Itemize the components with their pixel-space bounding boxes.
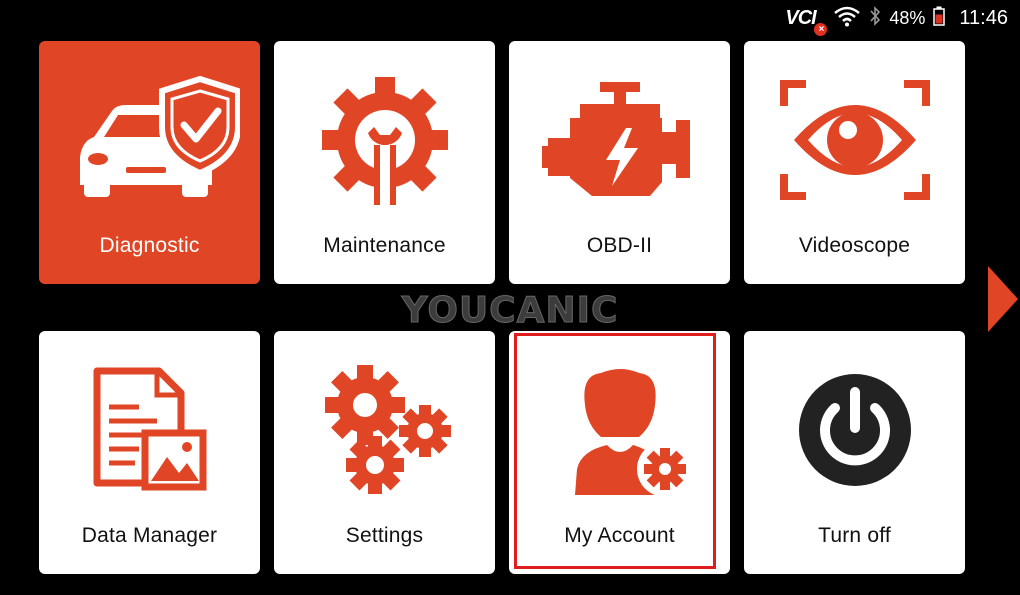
battery-icon <box>933 6 946 31</box>
gear-wrench-icon <box>274 65 495 215</box>
eye-scan-icon <box>744 65 965 215</box>
settings-tile[interactable]: Settings <box>274 331 495 574</box>
battery-percent: 48% <box>889 7 926 28</box>
vci-label: VCI <box>785 6 816 29</box>
tile-label: Data Manager <box>81 524 218 547</box>
diagnostic-tile[interactable]: Diagnostic <box>39 41 260 284</box>
tile-label: OBD-II <box>586 234 653 257</box>
user-gear-icon <box>509 355 730 505</box>
maintenance-tile[interactable]: Maintenance <box>274 41 495 284</box>
vci-disconnected-badge: × <box>814 22 828 36</box>
videoscope-tile[interactable]: Videoscope <box>744 41 965 284</box>
wifi-icon <box>833 5 861 32</box>
clock: 11:46 <box>959 6 1008 29</box>
data-manager-tile[interactable]: Data Manager <box>39 331 260 574</box>
turn-off-tile[interactable]: Turn off <box>744 331 965 574</box>
car-shield-icon <box>39 65 260 215</box>
my-account-tile[interactable]: My Account <box>509 331 730 574</box>
engine-icon <box>509 65 730 215</box>
gears-icon <box>274 355 495 505</box>
vci-status-icon: VCI × <box>785 6 828 36</box>
document-image-icon <box>39 355 260 505</box>
power-icon <box>744 355 965 505</box>
status-bar: VCI × 48% 11:46 <box>785 4 1008 36</box>
tile-label: My Account <box>564 524 675 547</box>
next-page-arrow-icon[interactable] <box>988 266 1018 332</box>
bluetooth-icon <box>869 5 881 31</box>
tile-label: Videoscope <box>798 234 911 257</box>
tile-label: Settings <box>345 524 424 547</box>
tile-label: Maintenance <box>323 234 446 257</box>
tile-label: Turn off <box>818 524 891 547</box>
tile-label: Diagnostic <box>99 234 200 257</box>
obd-ii-tile[interactable]: OBD-II <box>509 41 730 284</box>
watermark: YOUCANIC <box>401 290 619 332</box>
